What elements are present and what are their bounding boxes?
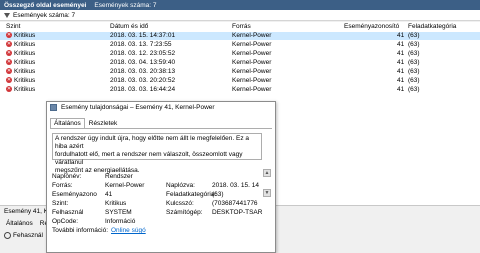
dialog-titlebar: Esemény tulajdonságai – Esemény 41, Kern… — [47, 102, 275, 113]
label-event-id: Eseményazono — [52, 191, 97, 198]
error-icon: ✕ — [6, 41, 12, 48]
table-row[interactable]: ✕ Kritikus 2018. 03. 13. 7:23:55 Kernel-P… — [0, 41, 480, 49]
scroll-up-icon[interactable]: ▲ — [263, 169, 271, 177]
label-logged: Naplózva: — [166, 182, 195, 189]
event-description: A rendszer úgy indult újra, hogy előtte … — [52, 133, 262, 174]
table-row[interactable]: ✕ Kritikus 2018. 03. 04. 13:59:40 Kernel-… — [0, 59, 480, 67]
dialog-scrollbar[interactable]: ▲ ▼ — [263, 133, 271, 243]
summary-count: Események száma: 7 — [94, 1, 157, 9]
label-level: Szint: — [52, 200, 69, 207]
error-icon: ✕ — [6, 59, 12, 66]
preview-tab-general[interactable]: Általános — [4, 220, 35, 227]
col-header-task-category[interactable]: Feladatkategória — [408, 22, 456, 32]
label-keywords: Kulcsszó: — [166, 200, 194, 207]
filter-bar: Események száma: 7 — [0, 10, 480, 21]
table-row[interactable]: ✕ Kritikus 2018. 03. 03. 20:38:13 Kernel-… — [0, 68, 480, 76]
table-row[interactable]: ✕ Kritikus 2018. 03. 15. 14:37:01 Kernel-… — [0, 32, 480, 40]
error-icon: ✕ — [6, 86, 12, 93]
dialog-title: Esemény tulajdonságai – Esemény 41, Kern… — [61, 104, 215, 111]
value-computer: DESKTOP-TSAR — [212, 209, 263, 216]
value-source: Kernel-Power — [105, 182, 145, 189]
col-header-source[interactable]: Forrás — [232, 22, 251, 32]
value-opcode: Információ — [105, 218, 136, 225]
error-icon: ✕ — [6, 77, 12, 84]
preview-title: Esemény 41, Ke — [4, 208, 52, 215]
summary-header: Összegző oldal eseményei Események száma… — [0, 0, 480, 10]
error-icon: ✕ — [6, 50, 12, 57]
value-user: SYSTEM — [105, 209, 132, 216]
radio-icon — [4, 232, 11, 239]
table-row[interactable]: ✕ Kritikus 2018. 03. 03. 20:20:52 Kernel-… — [0, 77, 480, 85]
online-help-link[interactable]: Online súgó — [111, 227, 146, 234]
col-header-level[interactable]: Szint — [6, 22, 20, 32]
error-icon: ✕ — [6, 32, 12, 39]
error-icon: ✕ — [6, 68, 12, 75]
label-opcode: OpCode: — [52, 218, 79, 225]
event-table: ✕ Kritikus 2018. 03. 15. 14:37:01 Kernel-… — [0, 32, 480, 97]
label-computer: Számítógép: — [166, 209, 203, 216]
value-event-id: 41 — [105, 191, 113, 198]
value-level: Kritikus — [105, 200, 127, 207]
col-header-event-id[interactable]: Eseményazonosító — [344, 22, 399, 32]
value-keywords: (703687441776 — [212, 200, 258, 207]
table-row[interactable]: ✕ Kritikus 2018. 03. 12. 23:05:52 Kernel-… — [0, 50, 480, 58]
scroll-down-icon[interactable]: ▼ — [263, 189, 271, 197]
summary-title: Összegző oldal eseményei — [4, 1, 87, 9]
value-log-name: Rendszer — [105, 173, 133, 180]
filter-text: Események száma: 7 — [13, 11, 76, 19]
label-task-category: Feladatkategória: — [166, 191, 217, 198]
label-source: Forrás: — [52, 182, 73, 189]
event-properties-dialog: Esemény tulajdonságai – Esemény 41, Kern… — [46, 101, 276, 253]
event-viewer-icon — [50, 104, 57, 111]
label-more-info: További információ: — [52, 227, 108, 234]
label-user: Felhasznál — [52, 209, 84, 216]
table-row[interactable]: ✕ Kritikus 2018. 03. 03. 16:44:24 Kernel-… — [0, 86, 480, 94]
tab-divider — [50, 128, 272, 129]
col-header-date[interactable]: Dátum és idő — [110, 22, 148, 32]
value-task-category: (63) — [212, 191, 224, 198]
preview-content: Fehasznál — [4, 232, 43, 239]
label-log-name: Naplónév: — [52, 173, 82, 180]
filter-icon[interactable] — [4, 12, 10, 18]
value-logged: 2018. 03. 15. 14 — [212, 182, 259, 189]
